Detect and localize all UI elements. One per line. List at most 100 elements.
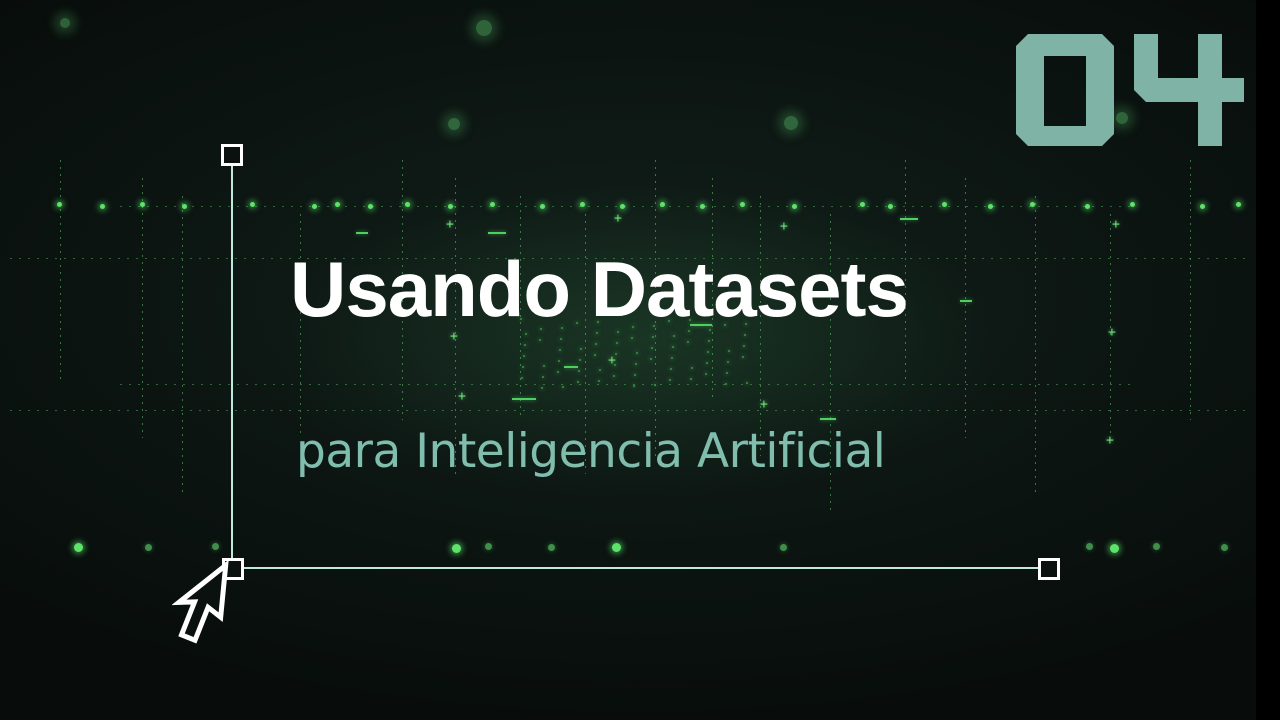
- cluster-particle: [727, 361, 729, 363]
- cluster-particle: [636, 352, 638, 354]
- cluster-particle: [614, 364, 616, 366]
- cluster-particle: [742, 356, 744, 358]
- particle-row: [10, 410, 1250, 411]
- plus-particle: +: [614, 211, 622, 226]
- green-particle: [1085, 204, 1090, 209]
- cluster-particle: [613, 375, 615, 377]
- cluster-particle: [728, 350, 730, 352]
- particle-column: [182, 196, 183, 496]
- video-subtitle: para Inteligencia Artificial: [296, 424, 886, 479]
- cluster-particle: [707, 351, 709, 353]
- cluster-particle: [706, 362, 708, 364]
- green-particle: [490, 202, 495, 207]
- mouse-pointer-arrow-icon: [172, 560, 229, 644]
- cluster-particle: [744, 334, 746, 336]
- plus-particle: +: [458, 389, 466, 404]
- green-particle: [660, 202, 665, 207]
- bokeh-particle: [60, 18, 70, 28]
- particle-column: [60, 160, 61, 380]
- cluster-particle: [598, 380, 600, 382]
- cluster-particle: [691, 367, 693, 369]
- green-particle: [448, 204, 453, 209]
- cluster-particle: [631, 337, 633, 339]
- frame-horizontal-line: [244, 567, 1038, 569]
- cluster-particle: [670, 368, 672, 370]
- green-particle: [212, 543, 219, 550]
- cluster-particle: [672, 346, 674, 348]
- cluster-particle: [580, 348, 582, 350]
- green-particle: [250, 202, 255, 207]
- plus-particle: +: [780, 219, 788, 234]
- video-title: Usando Datasets: [290, 245, 909, 333]
- cluster-particle: [650, 358, 652, 360]
- green-particle: [612, 543, 621, 552]
- green-particle: [335, 202, 340, 207]
- data-dash-particle: [960, 300, 972, 302]
- frame-handle-right: [1038, 558, 1060, 580]
- green-particle: [792, 204, 797, 209]
- cluster-particle: [725, 383, 727, 385]
- green-particle: [540, 204, 545, 209]
- cluster-particle: [543, 365, 545, 367]
- green-particle: [1236, 202, 1241, 207]
- cluster-particle: [651, 347, 653, 349]
- cluster-particle: [616, 342, 618, 344]
- cluster-particle: [541, 387, 543, 389]
- green-particle: [312, 204, 317, 209]
- cluster-particle: [523, 355, 525, 357]
- bokeh-particle: [448, 118, 460, 130]
- cluster-particle: [595, 343, 597, 345]
- cluster-particle: [635, 363, 637, 365]
- green-particle: [140, 202, 145, 207]
- plus-particle: +: [608, 353, 616, 368]
- cluster-particle: [708, 340, 710, 342]
- cluster-particle: [654, 384, 656, 386]
- cluster-particle: [671, 357, 673, 359]
- green-particle: [485, 543, 492, 550]
- particle-column: [965, 178, 966, 438]
- cluster-particle: [542, 376, 544, 378]
- particle-row: [120, 206, 1130, 207]
- data-dash-particle: [356, 232, 368, 234]
- cluster-particle: [560, 338, 562, 340]
- green-particle: [145, 544, 152, 551]
- green-particle: [860, 202, 865, 207]
- title-card: + + + + + + + + + + Usando Datasets para Intelige…: [0, 0, 1280, 720]
- plus-particle: +: [760, 397, 768, 412]
- data-dash-particle: [512, 398, 536, 400]
- right-edge-strip: [1256, 0, 1280, 720]
- green-particle: [580, 202, 585, 207]
- cluster-particle: [599, 369, 601, 371]
- data-dash-particle: [488, 232, 506, 234]
- cluster-particle: [524, 344, 526, 346]
- cluster-particle: [557, 371, 559, 373]
- green-particle: [57, 202, 62, 207]
- cluster-particle: [521, 377, 523, 379]
- green-particle: [740, 202, 745, 207]
- green-particle: [888, 204, 893, 209]
- green-particle: [1030, 202, 1035, 207]
- episode-digit-zero: [1016, 34, 1114, 146]
- green-particle: [405, 202, 410, 207]
- cluster-particle: [690, 378, 692, 380]
- cluster-particle: [522, 366, 524, 368]
- green-particle: [182, 204, 187, 209]
- cluster-particle: [743, 345, 745, 347]
- plus-particle: +: [1106, 433, 1114, 448]
- green-particle: [452, 544, 461, 553]
- green-particle: [1153, 543, 1160, 550]
- plus-particle: +: [1112, 217, 1120, 232]
- data-dash-particle: [900, 218, 918, 220]
- plus-particle: +: [446, 217, 454, 232]
- cluster-particle: [615, 353, 617, 355]
- bokeh-particle: [476, 20, 492, 36]
- cluster-particle: [578, 370, 580, 372]
- green-particle: [1130, 202, 1135, 207]
- cluster-particle: [577, 381, 579, 383]
- cluster-particle: [594, 354, 596, 356]
- episode-number: [1016, 34, 1244, 146]
- green-particle: [700, 204, 705, 209]
- cluster-particle: [726, 372, 728, 374]
- cluster-particle: [669, 379, 671, 381]
- green-particle: [780, 544, 787, 551]
